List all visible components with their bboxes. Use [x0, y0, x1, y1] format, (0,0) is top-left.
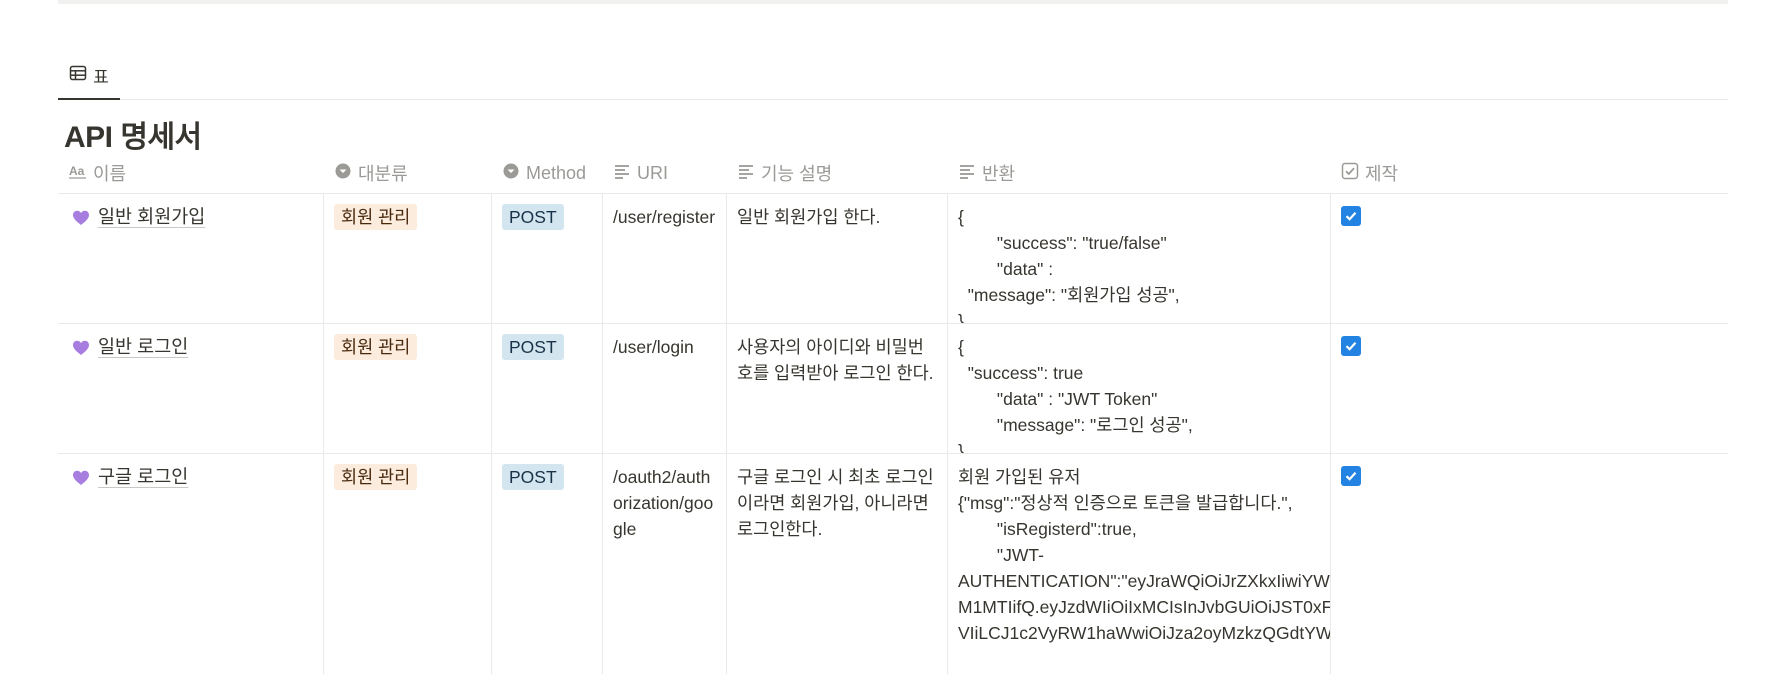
category-cell[interactable]: 회원 관리 [323, 194, 491, 323]
description-cell[interactable]: 일반 회원가입 한다. [726, 194, 947, 323]
return-cell[interactable]: { "success": true "data" : "JWT Token" "… [947, 324, 1330, 453]
return-line: "isRegisterd":true, [958, 519, 1137, 539]
return-line: "message": "로그인 성공", [958, 415, 1193, 435]
description-cell[interactable]: 사용자의 아이디와 비밀번호를 입력받아 로그인 한다. [726, 324, 947, 453]
table-row[interactable]: 일반 회원가입 회원 관리 POST /user/register 일반 회원가… [58, 194, 1728, 324]
database-title[interactable]: API 명세서 [64, 112, 202, 156]
description-cell[interactable]: 구글 로그인 시 최초 로그인이라면 회원가입, 아니라면 로그인한다. [726, 454, 947, 674]
return-line: } [958, 441, 964, 453]
column-header-method[interactable]: Method [491, 152, 602, 194]
return-line: { [958, 207, 964, 227]
name-cell[interactable]: 구글 로그인 [58, 454, 323, 674]
done-cell [1330, 324, 1728, 453]
text-property-icon [958, 162, 976, 185]
check-icon [1345, 342, 1357, 351]
select-property-icon [334, 162, 352, 185]
method-tag[interactable]: POST [502, 334, 564, 360]
category-tag[interactable]: 회원 관리 [334, 334, 418, 360]
checkbox-property-icon [1341, 162, 1359, 185]
return-line: 회원 가입된 유저 [958, 467, 1081, 487]
done-cell [1330, 194, 1728, 323]
column-header-uri[interactable]: URI [602, 152, 726, 194]
category-tag[interactable]: 회원 관리 [334, 204, 418, 230]
row-title[interactable]: 구글 로그인 [98, 464, 188, 490]
column-header-return[interactable]: 반환 [947, 152, 1330, 194]
return-cell[interactable]: { "success": "true/false" "data" : "mess… [947, 194, 1330, 323]
select-property-icon [502, 162, 520, 185]
uri-cell[interactable]: /user/login [602, 324, 726, 453]
row-title[interactable]: 일반 로그인 [98, 334, 188, 360]
category-cell[interactable]: 회원 관리 [323, 324, 491, 453]
row-title[interactable]: 일반 회원가입 [98, 204, 205, 230]
return-line: "data" : "JWT Token" [958, 389, 1158, 409]
return-line: AUTHENTICATION":"eyJraWQiOiJrZXkxIiwiYWx… [958, 571, 1330, 591]
view-tab-bar: 표 [58, 52, 1728, 100]
name-cell[interactable]: 일반 로그인 [58, 324, 323, 453]
column-header-description[interactable]: 기능 설명 [726, 152, 947, 194]
return-line: VIiLCJ1c2VyRW1haWwiOiJza2oyMzkzQGdtYWlsL… [958, 623, 1330, 643]
method-tag[interactable]: POST [502, 464, 564, 490]
table-row[interactable]: 구글 로그인 회원 관리 POST /oauth2/authorization/… [58, 454, 1728, 674]
column-header-done[interactable]: 제작 [1330, 152, 1530, 194]
table-row[interactable]: 일반 로그인 회원 관리 POST /user/login 사용자의 아이디와 … [58, 324, 1728, 454]
check-icon [1345, 212, 1357, 221]
done-checkbox[interactable] [1341, 466, 1361, 486]
method-cell[interactable]: POST [491, 454, 602, 674]
category-cell[interactable]: 회원 관리 [323, 454, 491, 674]
method-tag[interactable]: POST [502, 204, 564, 230]
return-line: M1MTIifQ.eyJzdWIiOiIxMCIsInJvbGUiOiJST0x… [958, 597, 1330, 617]
table-header-row: Aa 이름 대분류 Method URI 기능 설명 반환 제작 [58, 152, 1728, 194]
uri-cell[interactable]: /oauth2/authorization/google [602, 454, 726, 674]
column-header-name[interactable]: Aa 이름 [58, 152, 323, 194]
return-line: } [958, 311, 964, 323]
table-icon [69, 64, 87, 87]
return-line: "message": "회원가입 성공", [958, 285, 1180, 305]
done-checkbox[interactable] [1341, 206, 1361, 226]
title-property-icon: Aa [69, 162, 87, 185]
return-line: "data" : [958, 259, 1054, 279]
return-line: {"msg":"정상적 인증으로 토큰을 발급합니다.", [958, 493, 1293, 513]
name-cell[interactable]: 일반 회원가입 [58, 194, 323, 323]
database-table: Aa 이름 대분류 Method URI 기능 설명 반환 제작 일반 회원가입… [58, 152, 1728, 674]
method-cell[interactable]: POST [491, 194, 602, 323]
return-cell[interactable]: 회원 가입된 유저 {"msg":"정상적 인증으로 토큰을 발급합니다.", … [947, 454, 1330, 674]
tab-table-view[interactable]: 표 [58, 52, 120, 100]
text-property-icon [737, 162, 755, 185]
top-divider [58, 0, 1728, 4]
done-cell [1330, 454, 1728, 674]
return-line: "JWT- [958, 545, 1044, 565]
text-property-icon [613, 162, 631, 185]
purple-heart-icon [73, 210, 89, 225]
done-checkbox[interactable] [1341, 336, 1361, 356]
return-line: "success": true [958, 363, 1084, 383]
tab-label: 표 [93, 67, 109, 87]
return-line: { [958, 337, 964, 357]
uri-cell[interactable]: /user/register [602, 194, 726, 323]
check-icon [1345, 472, 1357, 481]
purple-heart-icon [73, 340, 89, 355]
method-cell[interactable]: POST [491, 324, 602, 453]
category-tag[interactable]: 회원 관리 [334, 464, 418, 490]
return-line: "success": "true/false" [958, 233, 1167, 253]
column-header-category[interactable]: 대분류 [323, 152, 491, 194]
purple-heart-icon [73, 470, 89, 485]
svg-text:Aa: Aa [69, 164, 85, 178]
